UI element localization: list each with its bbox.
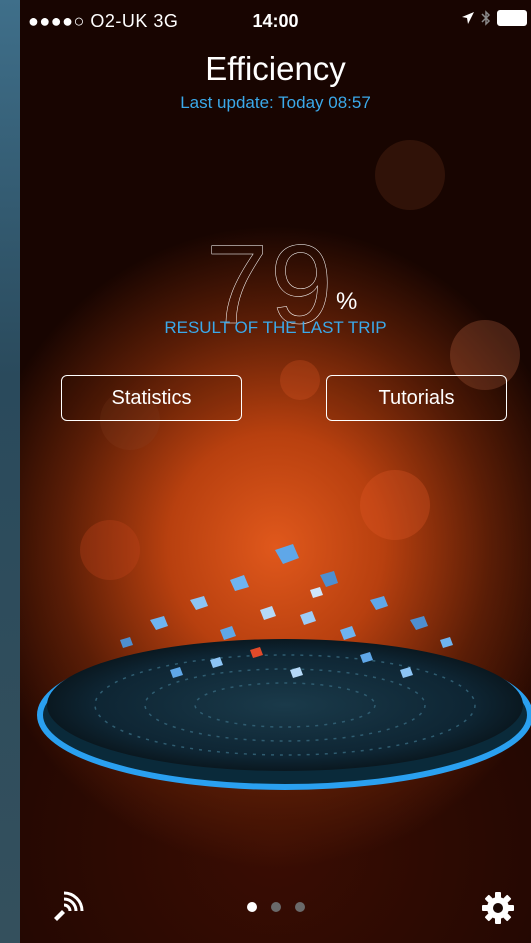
page-dot-2[interactable] [270,902,281,912]
status-time: 14:00 [252,11,299,31]
efficiency-unit: % [336,288,358,315]
bluetooth-icon [481,10,491,26]
page-dot-3[interactable] [294,902,305,912]
page-dot-1[interactable] [246,902,257,912]
result-caption: RESULT OF THE LAST TRIP [164,318,387,337]
bokeh-light [280,360,320,400]
status-icons [461,10,527,26]
last-update-label: Last update: Today 08:57 [180,93,371,112]
page-indicator[interactable] [20,902,531,912]
left-background-strip [0,0,20,943]
platform-disc [47,639,523,771]
gear-icon[interactable] [480,890,516,926]
statistics-button[interactable]: Statistics [61,375,242,421]
location-arrow-icon [462,12,474,24]
phone-screen: ●●●●○ O2-UK 3G 14:00 Efficiency Last upd… [20,0,531,943]
efficiency-platform-visual [37,544,531,790]
status-bar: ●●●●○ O2-UK 3G 14:00 [20,0,531,40]
tutorials-button[interactable]: Tutorials [326,375,507,421]
page-title: Efficiency [205,50,346,87]
bokeh-light [375,140,445,210]
battery-icon [497,10,527,26]
